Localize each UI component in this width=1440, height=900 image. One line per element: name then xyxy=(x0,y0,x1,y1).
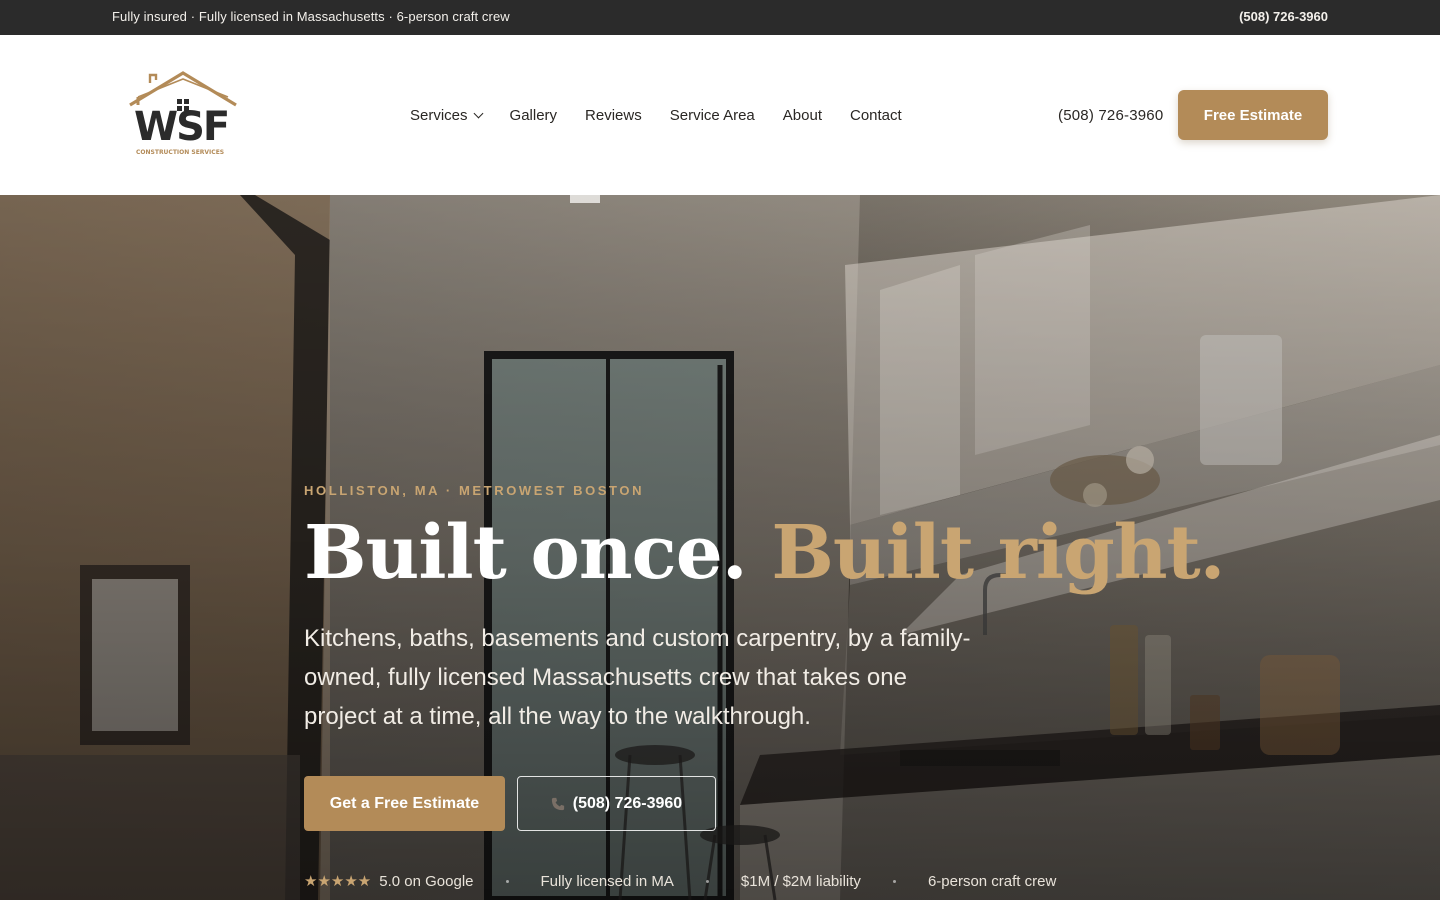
call-phone-label: (508) 726-3960 xyxy=(572,794,683,812)
chevron-down-icon xyxy=(473,108,483,119)
nav-gallery[interactable]: Gallery xyxy=(510,107,558,124)
nav-about[interactable]: About xyxy=(783,107,822,124)
nav-reviews[interactable]: Reviews xyxy=(585,107,642,124)
google-rating: 5.0 on Google xyxy=(379,872,474,890)
nav-contact[interactable]: Contact xyxy=(850,107,902,124)
call-phone-button[interactable]: (508) 726-3960 xyxy=(517,776,716,831)
star-rating-icon: ★★★★★ xyxy=(304,873,372,890)
nav-service-area[interactable]: Service Area xyxy=(670,107,755,124)
hero-section: HOLLISTON, MA · METROWEST BOSTON Built o… xyxy=(0,195,1440,900)
crew-badge: 6-person craft crew xyxy=(927,872,1057,890)
hero-eyebrow: HOLLISTON, MA · METROWEST BOSTON xyxy=(304,483,645,498)
hero-headline: Built once. Built right. xyxy=(304,510,1225,596)
main-nav: Services Gallery Reviews Service Area Ab… xyxy=(410,107,902,124)
get-free-estimate-button[interactable]: Get a Free Estimate xyxy=(304,776,505,831)
topbar-phone-link[interactable]: (508) 726-3960 xyxy=(1239,9,1328,24)
headline-main: Built once. xyxy=(304,510,748,596)
headline-accent: Built right. xyxy=(771,510,1225,596)
liability-badge: $1M / $2M liability xyxy=(740,872,861,890)
logo-subtext: CONSTRUCTION SERVICES xyxy=(136,149,225,156)
top-announcement-bar: Fully insured · Fully licensed in Massac… xyxy=(0,0,1440,35)
hero-description: Kitchens, baths, basements and custom ca… xyxy=(304,625,971,730)
trust-badges: ★★★★★ 5.0 on Google Fully licensed in MA… xyxy=(304,872,1057,891)
header-phone-link[interactable]: (508) 726-3960 xyxy=(1058,107,1163,124)
license-badge: Fully licensed in MA xyxy=(540,872,674,890)
topbar-tagline: Fully insured · Fully licensed in Massac… xyxy=(112,9,510,24)
logo-wordmark: WSF xyxy=(134,104,230,150)
nav-services-label: Services xyxy=(410,107,468,124)
phone-icon xyxy=(551,797,564,810)
site-header: WSF CONSTRUCTION SERVICES Services Galle… xyxy=(0,35,1440,195)
free-estimate-button[interactable]: Free Estimate xyxy=(1178,90,1328,140)
nav-services[interactable]: Services xyxy=(410,107,483,124)
wsf-logo[interactable]: WSF CONSTRUCTION SERVICES xyxy=(128,71,238,157)
separator-dot xyxy=(705,879,709,883)
separator-dot xyxy=(505,879,509,883)
separator-dot xyxy=(892,879,896,883)
